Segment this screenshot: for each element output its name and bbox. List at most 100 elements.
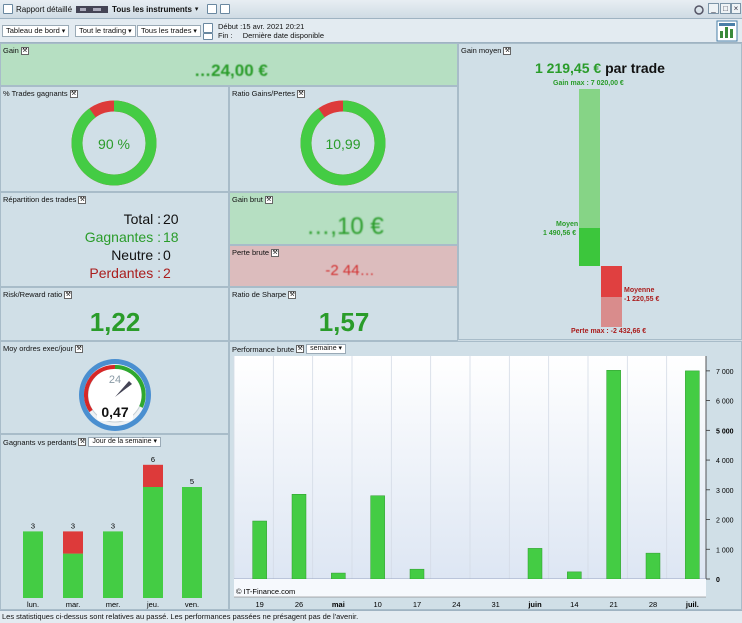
x-tick-label: mai bbox=[332, 600, 345, 609]
settings-icon[interactable] bbox=[693, 4, 705, 16]
perf-panel: Performance brute⚒semaine 01 0002 0003 0… bbox=[229, 341, 742, 610]
x-axis-band bbox=[234, 579, 706, 597]
gain-max-label: Gain max : 7 020,00 € bbox=[553, 80, 624, 87]
close-button[interactable]: × bbox=[731, 3, 741, 14]
x-tick-label: juil. bbox=[685, 600, 699, 609]
calendar-icon[interactable] bbox=[203, 23, 213, 33]
y-tick-label: 3 000 bbox=[716, 488, 734, 495]
wrench-icon[interactable]: ⚒ bbox=[503, 46, 512, 55]
perdantes-label: Perdantes : bbox=[89, 265, 161, 281]
status-bar: Les statistiques ci-dessus sont relative… bbox=[0, 610, 742, 623]
wrench-icon[interactable]: ⚒ bbox=[271, 248, 280, 257]
risk-reward-panel: Risk/Reward ratio ⚒ 1,22 bbox=[0, 287, 229, 341]
ratio-gp-value: 10,99 bbox=[325, 136, 360, 152]
x-tick-label: mar. bbox=[66, 600, 81, 609]
perf-bar bbox=[291, 494, 307, 580]
pct-win-title: % Trades gagnants ⚒ bbox=[3, 89, 78, 98]
board-dropdown[interactable]: Tableau de bord bbox=[2, 25, 70, 37]
export-icon[interactable] bbox=[716, 20, 738, 42]
bar-win-mer. bbox=[103, 531, 123, 598]
pct-win-value: 90 % bbox=[98, 136, 130, 152]
neutre-value: 0 bbox=[163, 247, 171, 263]
bar-win-lun. bbox=[23, 531, 43, 598]
toolbar: Tableau de bord Tout le trading Tous les… bbox=[0, 19, 742, 43]
wrench-icon[interactable]: ⚒ bbox=[75, 344, 84, 353]
gagnantes-value: 18 bbox=[163, 229, 179, 245]
gain-moyen-headline: 1 219,45 € par trade bbox=[535, 60, 665, 76]
ordres-panel: Moy ordres exec/jour ⚒ 24 0,47 bbox=[0, 341, 229, 434]
report-title: Rapport détaillé Tous les instruments ▾ bbox=[3, 4, 231, 14]
x-tick-label: 19 bbox=[255, 600, 263, 609]
clock-gauge-icon: 24 bbox=[79, 359, 151, 431]
risk-reward-title: Risk/Reward ratio ⚒ bbox=[3, 290, 73, 299]
perdantes-value: 2 bbox=[163, 265, 171, 281]
maximize-button[interactable]: □ bbox=[720, 3, 731, 14]
gain-panel: Gain ⚒ …24,00 € bbox=[0, 43, 458, 86]
x-tick-label: 21 bbox=[609, 600, 617, 609]
wrench-icon[interactable]: ⚒ bbox=[78, 195, 87, 204]
gain-brut-panel: Gain brut ⚒ …,10 € bbox=[229, 192, 458, 245]
perf-bar bbox=[331, 572, 346, 580]
perf-bar bbox=[567, 571, 582, 580]
gp-panel: Gagnants vs perdants ⚒ Jour de la semaine … bbox=[0, 434, 229, 610]
wrench-icon[interactable]: ⚒ bbox=[288, 290, 297, 299]
gain-moyen-title: Gain moyen ⚒ bbox=[461, 46, 512, 55]
copy-icon[interactable] bbox=[220, 4, 231, 14]
y-tick-label: 5 000 bbox=[716, 428, 734, 435]
moyenne-label: Moyenne bbox=[624, 287, 655, 294]
wrench-icon[interactable]: ⚒ bbox=[20, 46, 29, 55]
perf-bar bbox=[370, 495, 385, 580]
x-tick-label: lun. bbox=[27, 600, 39, 609]
repartition-values: 20 18 0 2 bbox=[163, 210, 179, 282]
ratio-gp-title: Ratio Gains/Pertes ⚒ bbox=[232, 89, 305, 98]
total-label: Total : bbox=[123, 211, 161, 227]
instruments-dropdown[interactable]: Tous les instruments bbox=[112, 5, 192, 14]
window-icon[interactable] bbox=[207, 4, 218, 14]
bar-loss-jeu. bbox=[143, 464, 163, 487]
gain-moyen-bar bbox=[579, 228, 600, 266]
x-tick-label: mer. bbox=[106, 600, 121, 609]
wrench-icon[interactable]: ⚒ bbox=[64, 290, 73, 299]
ordres-title: Moy ordres exec/jour ⚒ bbox=[3, 344, 84, 353]
gain-value: …24,00 € bbox=[194, 61, 268, 80]
perf-bar bbox=[252, 520, 267, 580]
risk-reward-value: 1,22 bbox=[89, 307, 141, 337]
ordres-value: 0,47 bbox=[97, 403, 133, 421]
y-tick-label: 1 000 bbox=[716, 547, 734, 554]
gain-brut-title: Gain brut ⚒ bbox=[232, 195, 273, 204]
bar-win-mar. bbox=[63, 553, 83, 598]
trades-dropdown[interactable]: Tous les trades bbox=[137, 25, 201, 37]
period-dropdown-icon[interactable] bbox=[203, 33, 213, 40]
perte-moyenne-bar bbox=[601, 266, 622, 297]
perte-brute-panel: Perte brute ⚒ -2 44… bbox=[229, 245, 458, 287]
bar-loss-mar. bbox=[63, 531, 83, 554]
y-tick-label: 0 bbox=[716, 577, 720, 584]
perf-bar bbox=[527, 548, 543, 580]
moyen-value: 1 490,56 € bbox=[543, 230, 577, 237]
y-tick-label: 6 000 bbox=[716, 399, 734, 406]
repartition-title: Répartition des trades ⚒ bbox=[3, 195, 87, 204]
gain-brut-value: …,10 € bbox=[306, 213, 384, 240]
pct-win-panel: % Trades gagnants ⚒ 90 % bbox=[0, 86, 229, 192]
instrument-icon bbox=[76, 5, 109, 13]
wrench-icon[interactable]: ⚒ bbox=[264, 195, 273, 204]
start-date: Début :15 avr. 2021 20:21 bbox=[218, 22, 305, 31]
end-date: Fin : Dernière date disponible bbox=[218, 31, 324, 40]
sharpe-value: 1,57 bbox=[318, 307, 370, 337]
y-tick-label: 4 000 bbox=[716, 458, 734, 465]
gain-moyen-panel: Gain moyen ⚒ 1 219,45 € par trade Gain ma… bbox=[458, 43, 742, 340]
bar-total-label: 3 bbox=[111, 521, 115, 530]
x-tick-label: juin bbox=[527, 600, 542, 609]
x-tick-label: 17 bbox=[413, 600, 421, 609]
minimize-button[interactable]: _ bbox=[708, 3, 719, 14]
x-tick-label: 10 bbox=[373, 600, 381, 609]
x-tick-label: 31 bbox=[491, 600, 499, 609]
perte-max-bar bbox=[601, 297, 622, 327]
bar-win-ven. bbox=[182, 487, 202, 598]
perf-chart: 0 1 000 2 000 3 000 4 000 5 000 6 000 7 000 19 26… bbox=[233, 356, 734, 609]
gain-max-bar bbox=[579, 89, 600, 228]
perf-bar bbox=[685, 370, 700, 580]
trading-dropdown[interactable]: Tout le trading bbox=[75, 25, 136, 37]
gp-chart: 3 lun. 3 mar. 3 mer. 6 jeu. 5 ven. bbox=[23, 455, 202, 609]
title-bar: Rapport détaillé Tous les instruments ▾ _… bbox=[0, 0, 742, 19]
